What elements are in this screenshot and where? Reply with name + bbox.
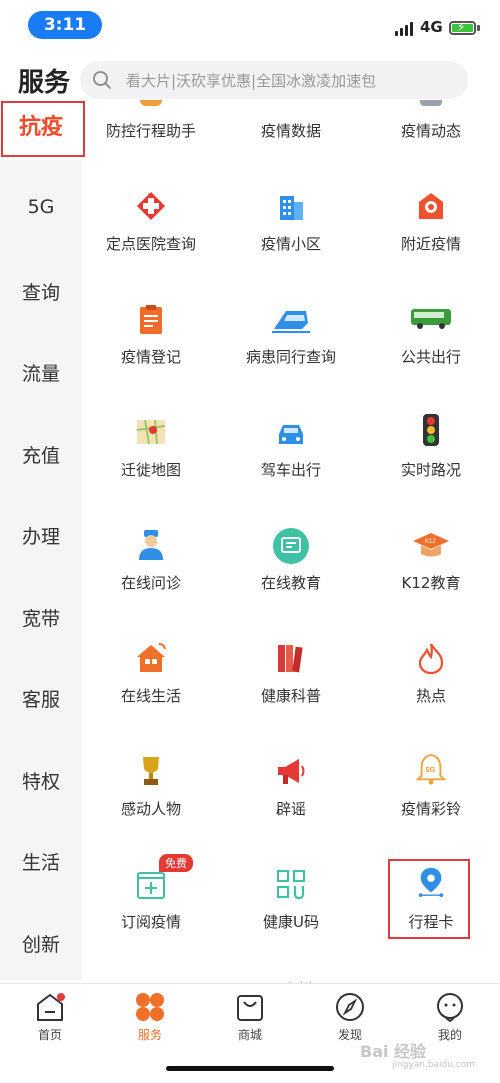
- sidebar-active-highlight: [1, 101, 85, 157]
- car-icon: [279, 425, 303, 444]
- service-label: 病患同行查询: [245, 348, 336, 366]
- hospital-cross-icon: [137, 192, 165, 220]
- service-label: 在线问诊: [120, 574, 181, 592]
- network-type: 4G: [420, 18, 443, 36]
- tab-label: 商城: [237, 1028, 262, 1042]
- compass-icon: [336, 993, 364, 1021]
- education-icon: [273, 528, 309, 564]
- sidebar-item-privilege[interactable]: 特权: [0, 767, 82, 794]
- service-label: 热点: [415, 687, 446, 705]
- home-indicator[interactable]: [166, 1066, 334, 1071]
- sidebar-item-customer-service[interactable]: 客服: [0, 685, 82, 712]
- doctor-icon: [139, 530, 163, 560]
- subscribe-icon: [137, 872, 165, 899]
- tab-home[interactable]: 首页: [0, 984, 100, 1054]
- smart-home-icon: [137, 643, 166, 672]
- train-icon: [272, 311, 310, 333]
- sidebar-item-query[interactable]: 查询: [0, 278, 82, 305]
- qr-code-icon: [277, 870, 305, 900]
- service-label: 定点医院查询: [105, 235, 196, 253]
- tab-services[interactable]: 服务: [100, 984, 200, 1054]
- bell-5g-icon: 5G: [415, 753, 447, 785]
- bus-icon: [411, 309, 451, 329]
- sidebar-item-broadband[interactable]: 宽带: [0, 604, 82, 631]
- watermark-sub: jingyan.baidu.com: [392, 1060, 476, 1070]
- map-icon: [136, 419, 166, 445]
- search-bar[interactable]: 看大片|沃砍享优惠|全国冰激凌加速包: [80, 61, 468, 99]
- news-icon: [420, 100, 442, 106]
- service-label: 在线生活: [120, 687, 181, 705]
- services-icon: [136, 993, 164, 1021]
- service-label: 疫情彩铃: [400, 800, 461, 818]
- traffic-light-icon: [423, 414, 439, 446]
- itinerary-card-highlight: [388, 859, 470, 939]
- category-sidebar: 抗疫 5G 查询 流量 充值 办理 宽带 客服 特权 生活 创新: [0, 100, 82, 980]
- books-icon: [278, 645, 303, 673]
- service-label: 防控行程助手: [105, 122, 196, 140]
- service-label: 感动人物: [120, 800, 181, 818]
- tab-label: 服务: [137, 1028, 162, 1042]
- service-label: 疫情动态: [400, 122, 461, 140]
- service-label: 订阅疫情: [120, 913, 181, 931]
- profile-icon: [437, 993, 463, 1022]
- page-title: 服务: [18, 68, 71, 98]
- battery-icon: ⚡: [449, 20, 476, 35]
- free-badge: 免费: [159, 854, 193, 872]
- tab-mall[interactable]: 商城: [200, 984, 300, 1054]
- svg-text:5G: 5G: [425, 765, 435, 774]
- sidebar-item-innovation[interactable]: 创新: [0, 930, 82, 957]
- shield-route-icon: [140, 100, 162, 106]
- svg-text:K12: K12: [425, 539, 436, 545]
- sidebar-item-data[interactable]: 流量: [0, 359, 82, 386]
- shopping-bag-icon: [237, 995, 263, 1021]
- service-label: 公共出行: [400, 348, 461, 366]
- megaphone-icon: [278, 759, 305, 784]
- service-label: 疫情数据: [260, 122, 321, 140]
- sidebar-item-5g[interactable]: 5G: [0, 196, 82, 218]
- watermark-text: Bai 经验: [360, 1042, 427, 1061]
- sidebar-item-recharge[interactable]: 充值: [0, 441, 82, 468]
- status-bar: 3:11 4G ⚡: [0, 0, 500, 50]
- nearby-pin-icon: [419, 193, 443, 219]
- signal-icon: [395, 22, 415, 36]
- fire-icon: [418, 643, 444, 674]
- home-icon: [37, 993, 65, 1021]
- search-placeholder: 看大片|沃砍享优惠|全国冰激凌加速包: [126, 72, 377, 90]
- service-label: 疫情登记: [120, 348, 181, 366]
- building-icon: [280, 196, 303, 220]
- service-label: 健康U码: [263, 913, 319, 931]
- service-label: 附近疫情: [400, 235, 461, 253]
- service-label: 辟谣: [275, 800, 306, 818]
- service-label: 实时路况: [400, 461, 461, 479]
- service-label: K12教育: [401, 574, 461, 592]
- service-label: 迁徙地图: [120, 461, 181, 479]
- search-icon: [93, 71, 111, 89]
- sidebar-item-handle[interactable]: 办理: [0, 522, 82, 549]
- tab-label: 首页: [37, 1028, 62, 1042]
- status-time: 3:11: [28, 11, 102, 39]
- trophy-icon: [143, 757, 159, 785]
- service-label: 健康科普: [260, 687, 321, 705]
- service-label: 驾车出行: [260, 461, 321, 479]
- service-label: 疫情小区: [260, 235, 321, 253]
- sidebar-item-life[interactable]: 生活: [0, 848, 82, 875]
- clipboard-icon: [140, 305, 162, 334]
- battery-tip: [477, 25, 480, 31]
- service-label: 在线教育: [260, 574, 321, 592]
- graduation-cap-icon: K12: [413, 533, 449, 557]
